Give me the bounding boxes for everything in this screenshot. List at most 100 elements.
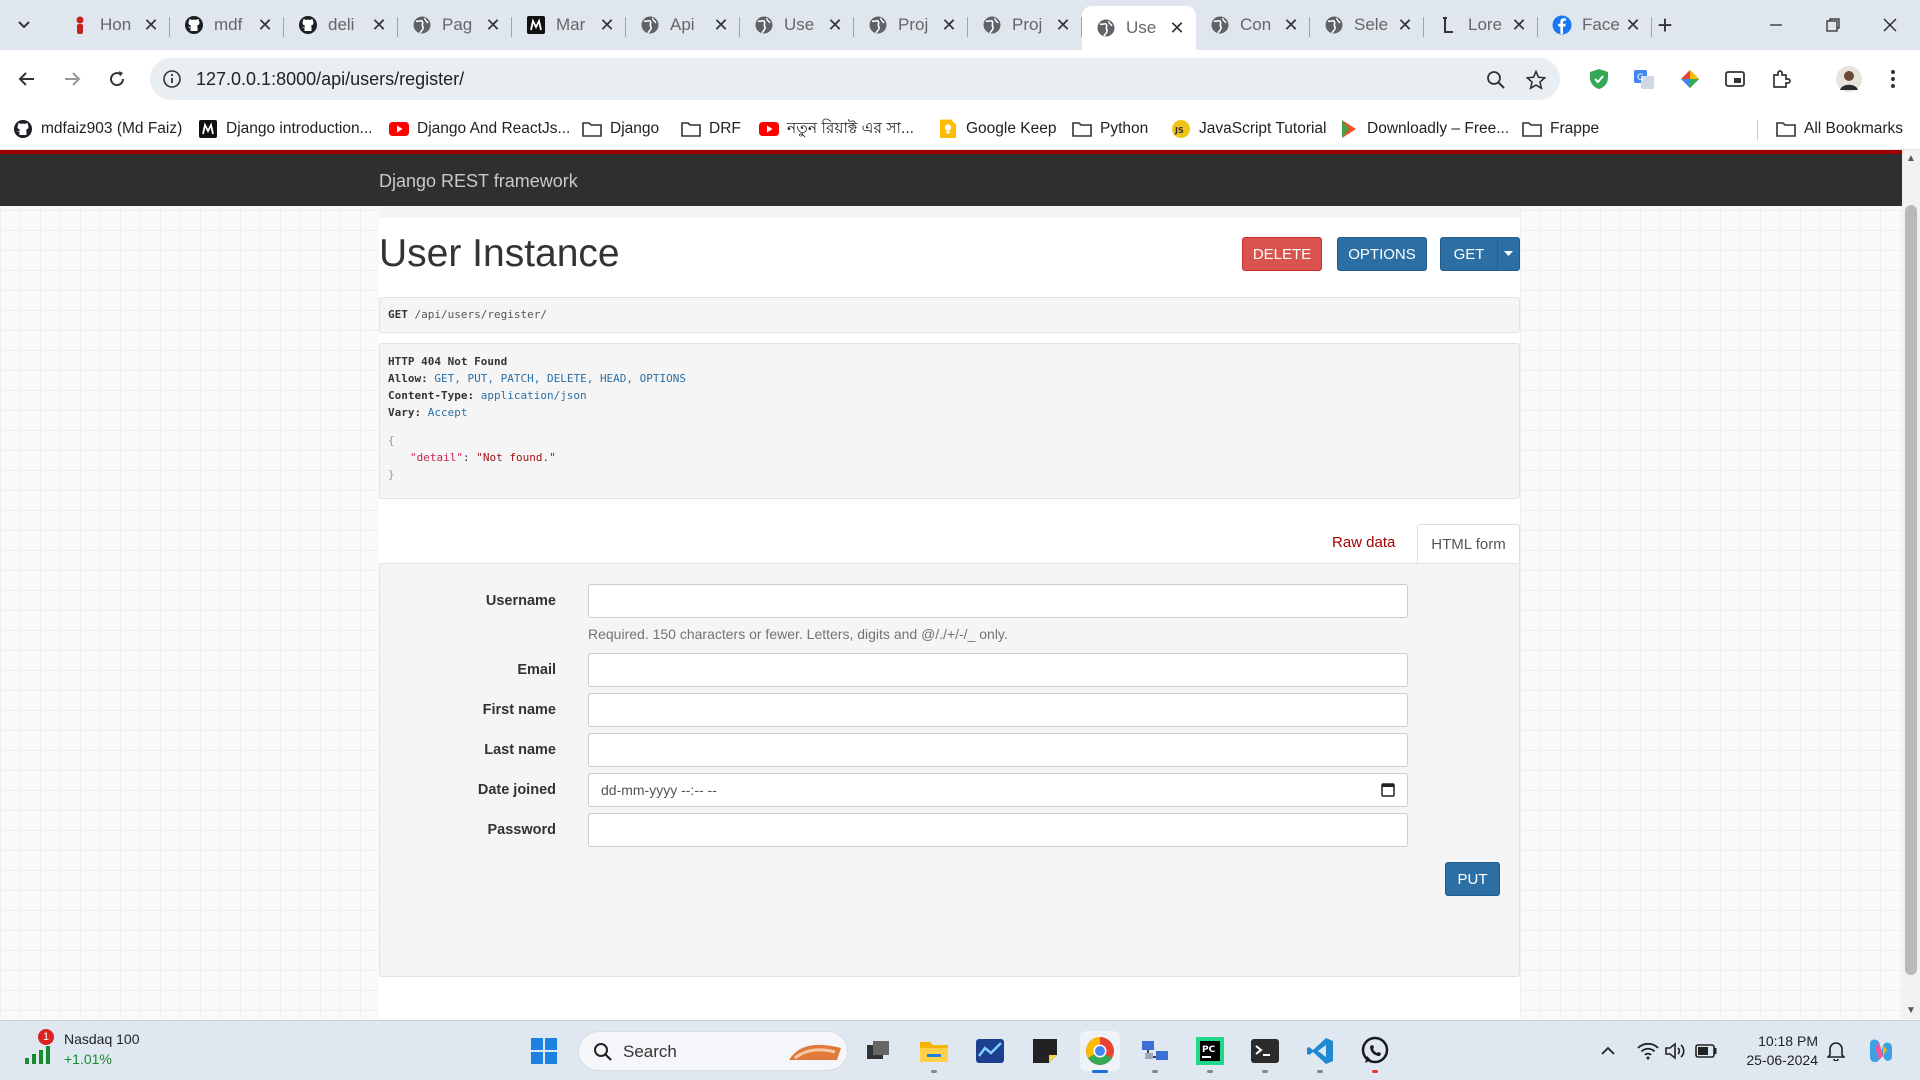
wifi-status[interactable]: [1636, 1039, 1660, 1063]
shield-extension-icon[interactable]: [1586, 66, 1612, 92]
email-input[interactable]: [588, 653, 1408, 687]
reload-button[interactable]: [100, 62, 134, 96]
volume-status[interactable]: [1664, 1039, 1688, 1063]
tab[interactable]: deli ✕: [284, 6, 398, 44]
close-tab-icon[interactable]: ✕: [1168, 18, 1186, 38]
scroll-up-arrow[interactable]: ▲: [1906, 153, 1916, 164]
close-tab-icon[interactable]: ✕: [940, 15, 958, 35]
profile-avatar[interactable]: [1836, 66, 1862, 92]
scroll-down-arrow[interactable]: ▼: [1906, 1005, 1916, 1016]
translate-extension-icon[interactable]: G: [1631, 66, 1657, 92]
bookmark-item[interactable]: Django: [582, 117, 659, 141]
close-tab-icon[interactable]: ✕: [1510, 15, 1528, 35]
date-joined-input[interactable]: dd-mm-yyyy --:-- --: [588, 773, 1408, 807]
bookmark-item[interactable]: Google Keep: [938, 117, 1057, 141]
close-tab-icon[interactable]: ✕: [142, 15, 160, 35]
minimize-button[interactable]: [1748, 0, 1804, 50]
close-tab-icon[interactable]: ✕: [1624, 15, 1642, 35]
site-info-icon[interactable]: [162, 69, 182, 94]
terminal-button[interactable]: [1245, 1031, 1285, 1073]
tab-search-button[interactable]: [8, 9, 40, 41]
pycharm-button[interactable]: PC: [1190, 1031, 1230, 1073]
close-tab-icon[interactable]: ✕: [712, 15, 730, 35]
task-view-button[interactable]: [858, 1031, 898, 1071]
scrollbar-thumb[interactable]: [1905, 205, 1917, 975]
sticky-notes-button[interactable]: [1025, 1031, 1065, 1071]
extensions-puzzle-icon[interactable]: [1768, 66, 1794, 92]
close-tab-icon[interactable]: ✕: [1396, 15, 1414, 35]
forward-button[interactable]: [55, 62, 89, 96]
tab[interactable]: mdf ✕: [170, 6, 284, 44]
get-button[interactable]: GET: [1440, 237, 1498, 271]
close-tab-icon[interactable]: ✕: [484, 15, 502, 35]
close-tab-icon[interactable]: ✕: [370, 15, 388, 35]
first-name-input[interactable]: [588, 693, 1408, 727]
tab[interactable]: Sele ✕: [1310, 6, 1424, 44]
close-tab-icon[interactable]: ✕: [1282, 15, 1300, 35]
close-tab-icon[interactable]: ✕: [256, 15, 274, 35]
new-tab-button[interactable]: +: [1650, 10, 1680, 40]
page-scrollbar[interactable]: ▲ ▼: [1902, 150, 1920, 1019]
tab[interactable]: Use ✕: [740, 6, 854, 44]
last-name-input[interactable]: [588, 733, 1408, 767]
bookmark-item[interactable]: Django And ReactJs...: [389, 117, 570, 141]
tab[interactable]: Con ✕: [1196, 6, 1310, 44]
close-tab-icon[interactable]: ✕: [826, 15, 844, 35]
notifications-button[interactable]: [1824, 1039, 1848, 1063]
chrome-menu-icon[interactable]: [1880, 66, 1906, 92]
address-bar[interactable]: 127.0.0.1:8000/api/users/register/: [150, 58, 1560, 100]
tab-html-form[interactable]: HTML form: [1417, 524, 1520, 564]
colorful-extension-icon[interactable]: [1677, 66, 1703, 92]
vscode-button[interactable]: [1300, 1031, 1340, 1073]
get-format-dropdown[interactable]: [1497, 237, 1520, 271]
tab[interactable]: Pag ✕: [398, 6, 512, 44]
tab[interactable]: Api ✕: [626, 6, 740, 44]
back-button[interactable]: [10, 62, 44, 96]
tab-active[interactable]: Use ✕: [1082, 6, 1196, 50]
start-button[interactable]: [524, 1031, 564, 1071]
chrome-taskbar-button[interactable]: [1080, 1031, 1120, 1073]
all-bookmarks-button[interactable]: All Bookmarks: [1776, 117, 1903, 141]
tab[interactable]: Lore ✕: [1424, 6, 1538, 44]
taskbar-search[interactable]: Search: [578, 1031, 848, 1071]
bookmark-item[interactable]: DRF: [681, 117, 741, 141]
bookmark-item[interactable]: Frappe: [1522, 117, 1599, 141]
bookmark-item[interactable]: Downloadly – Free...: [1339, 117, 1509, 141]
close-tab-icon[interactable]: ✕: [598, 15, 616, 35]
password-input[interactable]: [588, 813, 1408, 847]
bookmark-item[interactable]: Django introduction...: [198, 117, 372, 141]
close-tab-icon[interactable]: ✕: [1054, 15, 1072, 35]
battery-status[interactable]: [1694, 1039, 1718, 1063]
network-app-button[interactable]: [1135, 1031, 1175, 1073]
drf-brand-link[interactable]: Django REST framework: [379, 171, 578, 192]
tab-title: Proj: [1012, 15, 1043, 34]
url-text[interactable]: 127.0.0.1:8000/api/users/register/: [196, 69, 464, 90]
bookmark-item[interactable]: mdfaiz903 (Md Faiz): [13, 117, 182, 141]
stock-widget[interactable]: 1 Nasdaq 100 +1.01%: [20, 1029, 160, 1073]
tab[interactable]: Mar ✕: [512, 6, 626, 44]
bookmark-item[interactable]: JS JavaScript Tutorial: [1171, 117, 1327, 141]
calendar-icon[interactable]: [1381, 782, 1395, 800]
tab[interactable]: Proj ✕: [854, 6, 968, 44]
file-explorer-button[interactable]: [914, 1031, 954, 1073]
zoom-icon[interactable]: [1485, 69, 1507, 91]
restore-button[interactable]: [1805, 0, 1861, 50]
copilot-button[interactable]: [1864, 1034, 1898, 1068]
tab[interactable]: Hon ✕: [56, 6, 170, 44]
close-window-button[interactable]: [1862, 0, 1918, 50]
tab[interactable]: Proj ✕: [968, 6, 1082, 44]
stock-app-button[interactable]: [970, 1031, 1010, 1071]
bookmark-item[interactable]: নতুন রিয়াক্ট এর সা...: [759, 117, 914, 141]
picture-in-picture-icon[interactable]: [1722, 66, 1748, 92]
system-clock[interactable]: 10:18 PM 25-06-2024: [1736, 1032, 1818, 1070]
bookmark-star-icon[interactable]: [1525, 69, 1547, 91]
bookmark-item[interactable]: Python: [1072, 117, 1148, 141]
options-button[interactable]: OPTIONS: [1337, 237, 1427, 271]
tab-raw-data[interactable]: Raw data: [1332, 534, 1395, 551]
tab[interactable]: Face ✕: [1538, 6, 1652, 44]
username-input[interactable]: [588, 584, 1408, 618]
show-hidden-icons-button[interactable]: [1596, 1039, 1620, 1063]
delete-button[interactable]: DELETE: [1242, 237, 1322, 271]
put-button[interactable]: PUT: [1445, 862, 1500, 896]
whatsapp-button[interactable]: [1355, 1031, 1395, 1073]
